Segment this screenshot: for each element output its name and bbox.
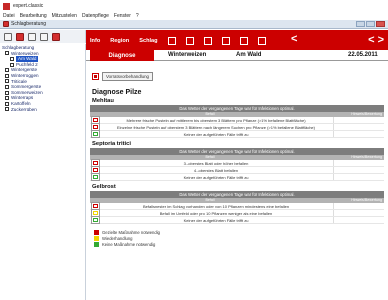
vorbut-button[interactable]: Vorratsvorbehandlung <box>102 72 153 81</box>
crop-label: Winterweizen <box>168 52 207 58</box>
table-row[interactable]: Keiner der aufgeführten Fälle trifft zu <box>90 130 384 138</box>
date-label: 22.05.2011 <box>348 52 378 58</box>
minimize-button[interactable] <box>356 21 365 27</box>
table-row[interactable]: 4.-oberstes Blatt befallen <box>90 166 384 174</box>
tab-header: Diagnose Winterweizen Am Wald 22.05.2011 <box>86 50 388 61</box>
next-prev-chevrons-icon[interactable]: < > <box>368 34 384 46</box>
severity-marker-icon[interactable] <box>91 130 100 138</box>
severity-marker-icon[interactable] <box>91 159 100 167</box>
expand-toggle-icon[interactable] <box>5 84 9 89</box>
expand-toggle-icon[interactable] <box>5 51 9 56</box>
legend-swatch-green <box>94 241 99 247</box>
expand-toggle-icon[interactable] <box>5 73 9 78</box>
severity-marker-icon[interactable] <box>91 216 100 224</box>
main-toolbar: Info Region Schlag < < > <box>86 30 388 50</box>
menu-bar: Datei Bearbeitung Mitzustelen Datenpfleg… <box>0 12 388 20</box>
expand-toggle-icon[interactable] <box>5 79 9 84</box>
close-button[interactable] <box>376 21 385 27</box>
vorbut-row: Vorratsvorbehandlung <box>92 72 384 81</box>
menu-item-datei[interactable]: Datei <box>3 13 15 19</box>
table-header: Das Wetter der vergangenen Tage war für … <box>90 105 384 112</box>
tab-diagnose[interactable]: Diagnose <box>90 50 154 61</box>
legend-swatch-red <box>94 229 99 235</box>
collapse-chevron-icon[interactable]: < <box>291 33 297 45</box>
delete-icon[interactable] <box>16 32 24 41</box>
page-icon[interactable] <box>257 37 266 45</box>
vorbut-checkbox[interactable] <box>92 73 99 80</box>
app-title: expert.classic <box>13 3 44 9</box>
child-window-title: Schlagberatung <box>11 21 47 27</box>
table-gelbrost: Das Wetter der vergangenen Tage war für … <box>90 191 384 224</box>
help-icon[interactable] <box>185 37 194 45</box>
table-row[interactable]: 3.-oberstes Blatt oder höher befallen <box>90 159 384 167</box>
table-septoria: Das Wetter der vergangenen Tage war für … <box>90 148 384 181</box>
diagnosis-content: Vorratsvorbehandlung Diagnose Pilze Mehl… <box>86 62 388 300</box>
menu-item-help[interactable]: ? <box>136 13 139 19</box>
copy-icon[interactable] <box>28 32 36 41</box>
table-row[interactable]: Mehrere frische Pusteln auf mittlerem bi… <box>90 116 384 124</box>
page-title: Diagnose Pilze <box>92 89 142 96</box>
field-icon <box>10 62 14 67</box>
table-row[interactable]: Keiner der aufgeführten Fälle trifft zu <box>90 216 384 224</box>
expand-toggle-icon[interactable] <box>5 107 9 112</box>
table-icon[interactable] <box>239 37 248 45</box>
severity-marker-icon[interactable] <box>91 123 100 131</box>
menu-item-bearbeitung[interactable]: Bearbeitung <box>20 13 47 19</box>
section-title-mehltau: Mehltau <box>92 98 114 104</box>
report-icon[interactable] <box>221 37 230 45</box>
severity-marker-icon[interactable] <box>91 116 100 124</box>
severity-marker-icon[interactable] <box>91 166 100 174</box>
table-row[interactable]: Befallsnester im Schlag vorhanden oder v… <box>90 202 384 210</box>
alert-icon[interactable] <box>52 32 60 41</box>
table-header: Das Wetter der vergangenen Tage war für … <box>90 148 384 155</box>
print-icon[interactable] <box>40 32 48 41</box>
legend-item: Keine Maßnahme notwendig <box>94 241 384 247</box>
window-icon <box>3 21 9 27</box>
app-icon <box>3 2 10 10</box>
save-icon[interactable] <box>4 32 12 41</box>
legend: Gezielte Maßnahme notwendig Wiederhandlu… <box>94 229 384 247</box>
severity-marker-icon[interactable] <box>91 173 100 181</box>
section-title-gelbrost: Gelbrost <box>92 184 116 190</box>
expand-toggle-icon[interactable] <box>5 101 9 106</box>
weather-icon[interactable] <box>203 37 212 45</box>
severity-marker-icon[interactable] <box>91 202 100 210</box>
expand-toggle-icon[interactable] <box>5 96 9 101</box>
app-titlebar: expert.classic <box>0 0 388 12</box>
table-row[interactable]: Einzelne frische Pusteln auf oberstem 3 … <box>90 123 384 131</box>
schlag-link[interactable]: Schlag <box>139 38 157 44</box>
maximize-button[interactable] <box>366 21 375 27</box>
legend-swatch-yellow <box>94 235 99 241</box>
tree-toolbar <box>0 30 86 43</box>
tree-item-zuckerrueben[interactable]: Zuckerrüben <box>2 107 83 113</box>
table-row[interactable]: Keiner der aufgeführten Fälle trifft zu <box>90 173 384 181</box>
table-header: Das Wetter der vergangenen Tage war für … <box>90 191 384 198</box>
severity-marker-icon[interactable] <box>91 209 100 217</box>
expand-toggle-icon[interactable] <box>5 68 9 73</box>
region-link[interactable]: Region <box>110 38 129 44</box>
home-icon[interactable] <box>167 37 176 45</box>
menu-item-mitzustelen[interactable]: Mitzustelen <box>52 13 77 19</box>
field-label: Am Wald <box>236 52 262 58</box>
child-window-titlebar: Schlagberatung <box>0 20 388 29</box>
info-link[interactable]: Info <box>90 38 100 44</box>
table-mehltau: Das Wetter der vergangenen Tage war für … <box>90 105 384 138</box>
menu-item-fenster[interactable]: Fenster <box>114 13 131 19</box>
menu-item-datenpflege[interactable]: Datenpflege <box>82 13 109 19</box>
field-tree: Schlagberatung Winterweizen Am Wald Puch… <box>0 44 86 300</box>
field-icon <box>10 56 14 61</box>
table-row[interactable]: Befall im Umfeld oder pro 10 Pflanzen we… <box>90 209 384 217</box>
expand-toggle-icon[interactable] <box>5 90 9 95</box>
section-title-septoria: Septoria tritici <box>92 141 131 147</box>
